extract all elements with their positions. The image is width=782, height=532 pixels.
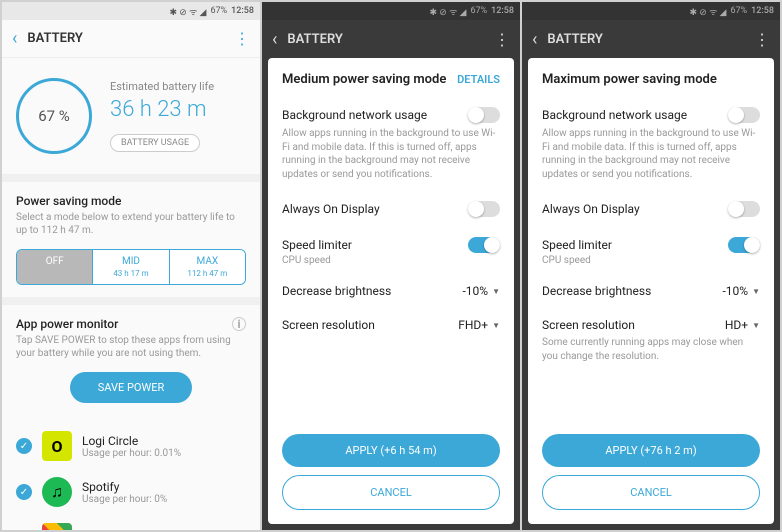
bg-network-toggle[interactable] bbox=[728, 107, 760, 123]
app-list: ✓ O Logi CircleUsage per hour: 0.01% ✓ ♫… bbox=[2, 423, 260, 530]
status-time: 12:58 bbox=[491, 6, 514, 16]
resolution-desc: Some currently running apps may close wh… bbox=[542, 336, 760, 363]
list-item[interactable]: ✓ O Logi CircleUsage per hour: 0.01% bbox=[16, 423, 246, 469]
bg-network-desc: Allow apps running in the background to … bbox=[282, 127, 500, 181]
speed-limiter-toggle[interactable] bbox=[728, 237, 760, 253]
resolution-label: Screen resolution bbox=[282, 318, 375, 332]
app-name: Logi Circle bbox=[82, 434, 246, 448]
resolution-dropdown[interactable]: HD+ bbox=[725, 318, 760, 332]
maximum-mode-dialog: Maximum power saving mode Background net… bbox=[528, 58, 774, 524]
list-item[interactable]: ✓ Photos bbox=[16, 515, 246, 530]
app-bar: ‹ BATTERY ⋮ bbox=[262, 20, 520, 58]
bg-network-desc: Allow apps running in the background to … bbox=[542, 127, 760, 181]
medium-mode-dialog: Medium power saving mode DETAILS Backgro… bbox=[268, 58, 514, 524]
overflow-menu-icon[interactable]: ⋮ bbox=[754, 30, 770, 49]
battery-usage-button[interactable]: BATTERY USAGE bbox=[110, 134, 200, 152]
screen-maximum-mode: ✱ ⊘ ᯤ ◢ 67% 12:58 ‹ BATTERY ⋮ ✓ Photos M… bbox=[522, 2, 780, 530]
speed-limiter-label: Speed limiter bbox=[282, 238, 352, 252]
status-battery-pct: 67% bbox=[210, 6, 227, 16]
app-power-monitor-section: App power monitori Tap SAVE POWER to sto… bbox=[2, 305, 260, 423]
psm-title: Power saving mode bbox=[16, 194, 246, 208]
battery-pct-circle: 67 % bbox=[16, 78, 92, 154]
apm-title: App power monitori bbox=[16, 317, 246, 331]
status-bar: ✱ ⊘ ᯤ ◢ 67% 12:58 bbox=[262, 2, 520, 20]
app-usage: Usage per hour: 0% bbox=[82, 494, 246, 505]
speed-limiter-label: Speed limiter bbox=[542, 238, 612, 252]
checkbox-icon[interactable]: ✓ bbox=[16, 484, 32, 500]
app-usage: Usage per hour: 0.01% bbox=[82, 448, 246, 459]
cancel-button[interactable]: CANCEL bbox=[542, 475, 760, 510]
status-icons: ✱ ⊘ ᯤ ◢ bbox=[690, 5, 727, 18]
status-time: 12:58 bbox=[231, 6, 254, 16]
brightness-dropdown[interactable]: -10% bbox=[462, 284, 500, 298]
estimate-label: Estimated battery life bbox=[110, 80, 246, 93]
status-icons: ✱ ⊘ ᯤ ◢ bbox=[170, 5, 207, 18]
overflow-menu-icon[interactable]: ⋮ bbox=[494, 30, 510, 49]
status-time: 12:58 bbox=[751, 6, 774, 16]
info-icon[interactable]: i bbox=[232, 317, 246, 331]
photos-icon bbox=[42, 523, 72, 530]
psm-subtitle: Select a mode below to extend your batte… bbox=[16, 211, 246, 237]
bg-network-toggle[interactable] bbox=[468, 107, 500, 123]
apply-button[interactable]: APPLY (+6 h 54 m) bbox=[282, 434, 500, 467]
bg-network-label: Background network usage bbox=[282, 108, 427, 122]
aod-label: Always On Display bbox=[282, 202, 380, 216]
mode-mid-button[interactable]: MID43 h 17 m bbox=[92, 250, 168, 284]
estimate-time: 36 h 23 m bbox=[110, 97, 246, 122]
page-title: BATTERY bbox=[547, 32, 754, 47]
overflow-menu-icon[interactable]: ⋮ bbox=[234, 29, 250, 48]
page-title: BATTERY bbox=[287, 32, 494, 47]
status-bar: ✱ ⊘ ᯤ ◢ 67% 12:58 bbox=[522, 2, 780, 20]
checkbox-icon[interactable]: ✓ bbox=[16, 438, 32, 454]
logi-circle-icon: O bbox=[42, 431, 72, 461]
dialog-title: Maximum power saving mode bbox=[542, 72, 717, 87]
details-link[interactable]: DETAILS bbox=[457, 73, 500, 86]
battery-summary: 67 % Estimated battery life 36 h 23 m BA… bbox=[2, 58, 260, 174]
bg-network-label: Background network usage bbox=[542, 108, 687, 122]
screen-battery-main: ✱ ⊘ ᯤ ◢ 67% 12:58 ‹ BATTERY ⋮ 67 % Estim… bbox=[2, 2, 260, 530]
back-arrow-icon[interactable]: ‹ bbox=[532, 29, 537, 50]
cpu-speed-label: CPU speed bbox=[542, 255, 760, 266]
resolution-dropdown[interactable]: FHD+ bbox=[458, 318, 500, 332]
status-icons: ✱ ⊘ ᯤ ◢ bbox=[430, 5, 467, 18]
page-title: BATTERY bbox=[27, 31, 234, 46]
back-arrow-icon[interactable]: ‹ bbox=[12, 28, 17, 49]
aod-label: Always On Display bbox=[542, 202, 640, 216]
apm-subtitle: Tap SAVE POWER to stop these apps from u… bbox=[16, 334, 246, 360]
screen-medium-mode: ✱ ⊘ ᯤ ◢ 67% 12:58 ‹ BATTERY ⋮ ✓ Photos M… bbox=[262, 2, 520, 530]
speed-limiter-toggle[interactable] bbox=[468, 237, 500, 253]
spotify-icon: ♫ bbox=[42, 477, 72, 507]
mode-off-button[interactable]: OFF bbox=[17, 250, 92, 284]
app-bar: ‹ BATTERY ⋮ bbox=[522, 20, 780, 58]
cpu-speed-label: CPU speed bbox=[282, 255, 500, 266]
mode-segmented-control: OFF MID43 h 17 m MAX112 h 47 m bbox=[16, 249, 246, 285]
aod-toggle[interactable] bbox=[728, 201, 760, 217]
status-battery-pct: 67% bbox=[730, 6, 747, 16]
status-battery-pct: 67% bbox=[470, 6, 487, 16]
app-name: Spotify bbox=[82, 480, 246, 494]
brightness-label: Decrease brightness bbox=[542, 284, 651, 298]
content-scroll[interactable]: 67 % Estimated battery life 36 h 23 m BA… bbox=[2, 58, 260, 530]
list-item[interactable]: ✓ ♫ SpotifyUsage per hour: 0% bbox=[16, 469, 246, 515]
cancel-button[interactable]: CANCEL bbox=[282, 475, 500, 510]
brightness-dropdown[interactable]: -10% bbox=[722, 284, 760, 298]
brightness-label: Decrease brightness bbox=[282, 284, 391, 298]
back-arrow-icon[interactable]: ‹ bbox=[272, 29, 277, 50]
status-bar: ✱ ⊘ ᯤ ◢ 67% 12:58 bbox=[2, 2, 260, 20]
resolution-label: Screen resolution bbox=[542, 318, 635, 332]
aod-toggle[interactable] bbox=[468, 201, 500, 217]
power-saving-section: Power saving mode Select a mode below to… bbox=[2, 182, 260, 297]
app-bar: ‹ BATTERY ⋮ bbox=[2, 20, 260, 58]
dialog-title: Medium power saving mode bbox=[282, 72, 446, 87]
save-power-button[interactable]: SAVE POWER bbox=[70, 372, 193, 403]
apply-button[interactable]: APPLY (+76 h 2 m) bbox=[542, 434, 760, 467]
mode-max-button[interactable]: MAX112 h 47 m bbox=[169, 250, 245, 284]
